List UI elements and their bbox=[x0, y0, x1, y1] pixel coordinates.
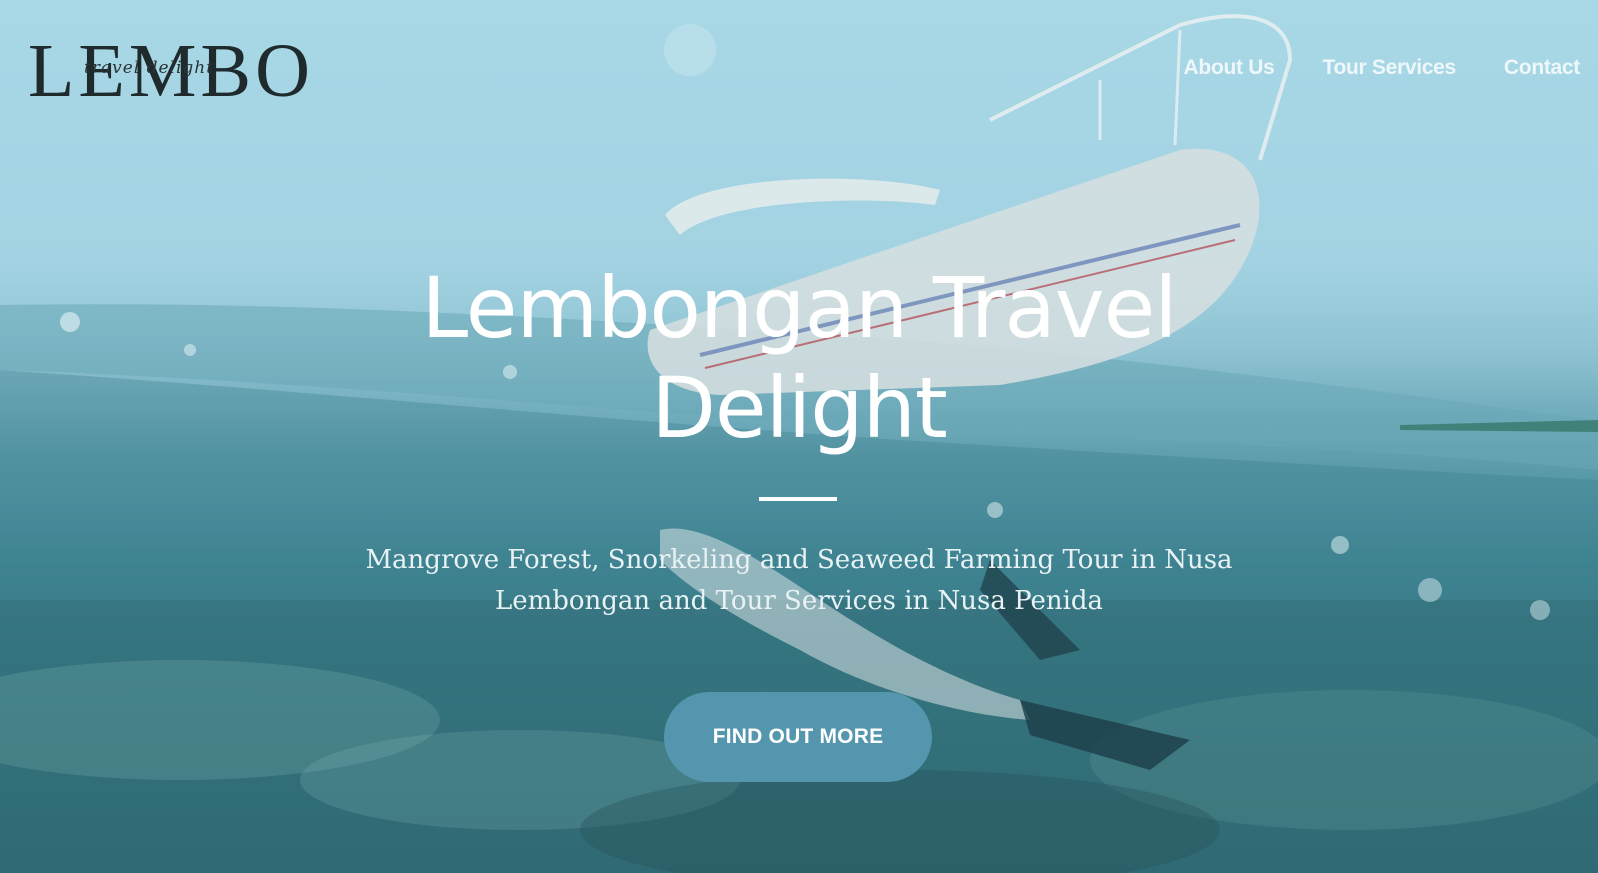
hero-subtitle-line-2: Lembongan and Tour Services in Nusa Peni… bbox=[494, 586, 1104, 616]
hero-section: LEMBO travel delight About Us Tour Servi… bbox=[0, 0, 1598, 873]
hero-title-line-1: Lembongan Travel bbox=[421, 259, 1177, 357]
hero-title-line-2: Delight bbox=[651, 359, 948, 457]
hero-title: Lembongan Travel Delight bbox=[0, 258, 1598, 458]
hero-subtitle: Mangrove Forest, Snorkeling and Seaweed … bbox=[340, 540, 1258, 622]
title-divider bbox=[759, 497, 837, 501]
find-out-more-button[interactable]: FIND OUT MORE bbox=[664, 692, 932, 782]
brand-logo[interactable]: LEMBO travel delight bbox=[28, 33, 310, 109]
hero-subtitle-line-1: Mangrove Forest, Snorkeling and Seaweed … bbox=[365, 545, 1233, 575]
nav-item-tour-services[interactable]: Tour Services bbox=[1322, 56, 1456, 80]
nav-item-about-us[interactable]: About Us bbox=[1184, 56, 1275, 80]
logo-tagline: travel delight bbox=[84, 58, 215, 78]
nav-item-contact[interactable]: Contact bbox=[1504, 56, 1580, 80]
main-nav: About Us Tour Services Contact bbox=[1184, 56, 1581, 80]
